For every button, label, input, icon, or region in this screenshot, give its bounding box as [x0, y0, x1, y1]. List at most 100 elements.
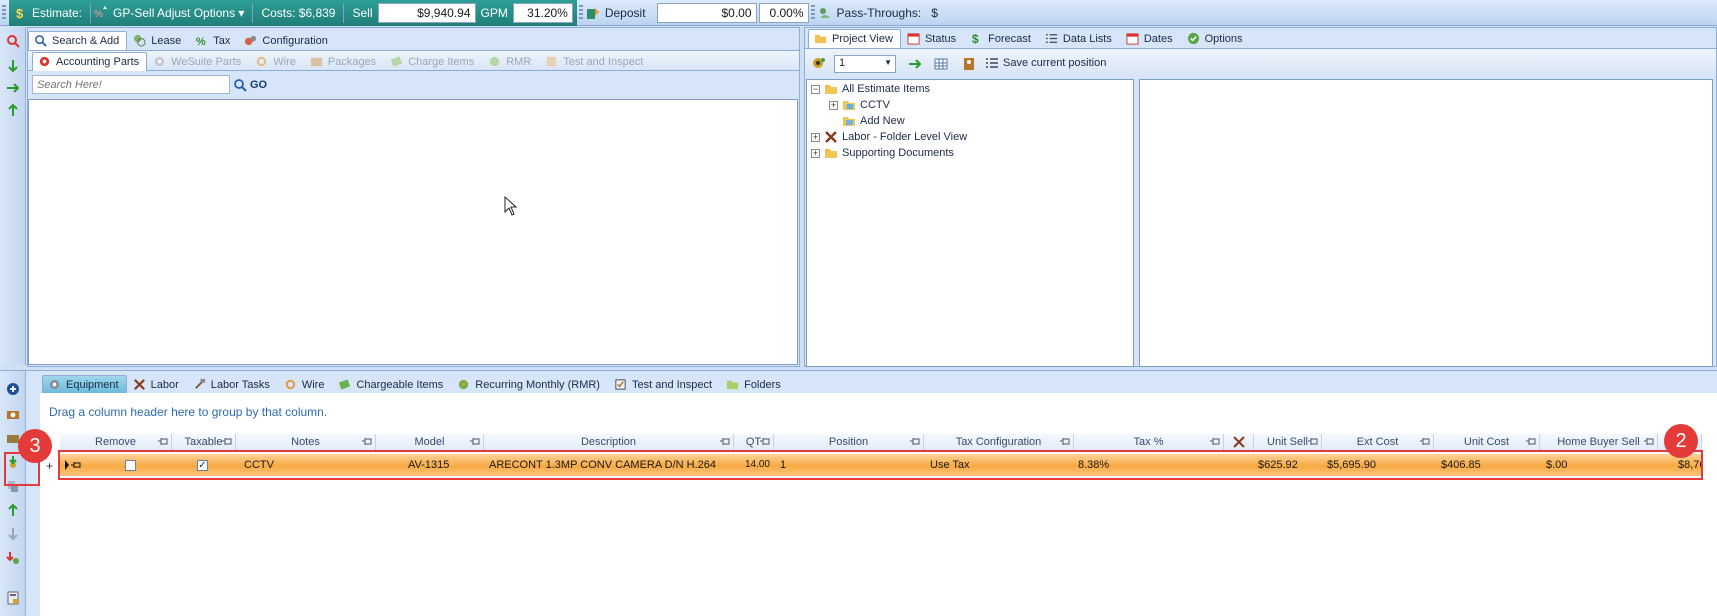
column-header-unit-sell[interactable]: Unit Sell — [1254, 434, 1322, 450]
tab-test-inspect[interactable]: Test and Inspect — [608, 375, 720, 394]
column-label: Ext Cost — [1356, 436, 1399, 448]
tab-labor[interactable]: Labor — [127, 375, 187, 394]
contact-card-button[interactable] — [960, 55, 978, 73]
tab-recurring-monthly[interactable]: Recurring Monthly (RMR) — [451, 375, 608, 394]
export-item-button[interactable] — [4, 549, 22, 567]
tab-chargeable-items[interactable]: Chargeable Items — [332, 375, 451, 394]
tab-search-add[interactable]: Search & Add — [28, 31, 128, 50]
tree-node-cctv[interactable]: + CCTV — [829, 97, 890, 113]
pin-icon[interactable] — [720, 437, 730, 446]
column-header-taxable[interactable]: Taxable — [172, 434, 236, 450]
pin-icon[interactable] — [1308, 437, 1318, 446]
column-header-position[interactable]: Position — [774, 434, 924, 450]
calculator-button[interactable] — [4, 589, 22, 607]
gp-sell-adjust-options-dropdown[interactable]: GP-Sell Adjust Options ▾ — [108, 6, 249, 20]
pin-icon[interactable] — [362, 437, 372, 446]
tab-project-view[interactable]: Project View — [808, 29, 901, 48]
tab-folders[interactable]: Folders — [720, 375, 789, 394]
pin-icon[interactable] — [1644, 437, 1654, 446]
search-panel-tabs: Search & Add Lease % Tax Configuration — [28, 30, 336, 50]
deposit-amount-field[interactable]: $0.00 — [656, 2, 757, 23]
subtab-packages[interactable]: Packages — [304, 52, 384, 71]
pass-throughs-currency[interactable]: $ — [926, 6, 943, 20]
toolbar-grip[interactable] — [810, 4, 815, 21]
save-current-position-button[interactable]: Save current position — [985, 56, 1106, 70]
column-header-qt[interactable]: QT — [734, 434, 774, 450]
pin-icon[interactable] — [760, 437, 770, 446]
expand-toggle-icon[interactable]: + — [829, 100, 838, 110]
column-header-remove[interactable]: Remove — [60, 434, 172, 450]
search-results-area[interactable] — [28, 99, 798, 365]
subtab-wire[interactable]: Wire — [249, 52, 304, 71]
grid-view-button[interactable] — [932, 55, 950, 73]
move-down-button[interactable] — [4, 57, 22, 75]
expand-toggle-icon[interactable]: + — [811, 132, 820, 142]
pin-icon[interactable] — [1420, 437, 1430, 446]
estimate-segment: $ Estimate: % GP-Sell Adjust Options ▾ C… — [9, 0, 577, 26]
plus-circle-icon — [6, 382, 20, 396]
tab-forecast[interactable]: $ Forecast — [964, 29, 1039, 48]
position-select[interactable]: 1 ▼ — [834, 55, 896, 73]
column-header-ext-cost[interactable]: Ext Cost — [1322, 434, 1434, 450]
go-button[interactable]: GO — [233, 75, 267, 94]
tree-node-add-new[interactable]: Add New — [842, 113, 905, 129]
column-header-tax-configuration[interactable]: Tax Configuration — [924, 434, 1074, 450]
collapse-toggle-icon[interactable]: − — [811, 84, 820, 94]
column-header-tools[interactable] — [1224, 434, 1254, 450]
deposit-percent-field[interactable]: 0.00% — [758, 2, 809, 23]
pin-icon[interactable] — [222, 437, 232, 446]
tab-labor-tasks[interactable]: Labor Tasks — [187, 375, 278, 394]
column-header-unit-cost[interactable]: Unit Cost — [1434, 434, 1540, 450]
project-settings-button[interactable] — [810, 54, 828, 72]
tab-status[interactable]: Status — [901, 29, 964, 48]
tools-icon — [1232, 435, 1246, 449]
tab-equipment[interactable]: Equipment — [42, 375, 127, 394]
row-expand-icon[interactable]: + — [46, 459, 53, 473]
subtab-test-inspect[interactable]: Test and Inspect — [539, 52, 651, 71]
tab-dates[interactable]: Dates — [1120, 29, 1181, 48]
tab-wire[interactable]: Wire — [278, 375, 333, 394]
move-item-down-gray-button[interactable] — [4, 525, 22, 543]
tab-label: Test and Inspect — [563, 56, 644, 68]
expand-toggle-icon[interactable]: + — [811, 148, 820, 158]
column-header-model[interactable]: Model — [376, 434, 484, 450]
subtab-charge-items[interactable]: Charge Items — [384, 52, 482, 71]
tree-node-supporting-documents[interactable]: + Supporting Documents — [811, 145, 954, 161]
move-right-button[interactable] — [4, 79, 22, 97]
tab-options[interactable]: Options — [1181, 29, 1251, 48]
pin-icon[interactable] — [1526, 437, 1536, 446]
pin-icon[interactable] — [158, 437, 168, 446]
subtab-accounting-parts[interactable]: Accounting Parts — [32, 52, 148, 71]
camera-button[interactable] — [4, 405, 22, 423]
pin-icon[interactable] — [910, 437, 920, 446]
pin-icon[interactable] — [1060, 437, 1070, 446]
move-item-up-button[interactable] — [4, 501, 22, 519]
search-input[interactable] — [32, 75, 230, 94]
column-label: Tax % — [1133, 436, 1164, 448]
column-label: Unit Cost — [1463, 436, 1510, 448]
tab-configuration[interactable]: Configuration — [238, 31, 335, 50]
subtab-wesuite-parts[interactable]: WeSuite Parts — [147, 52, 249, 71]
column-header-description[interactable]: Description — [484, 434, 734, 450]
toolbar-grip[interactable] — [578, 4, 583, 21]
column-header-tax-percent[interactable]: Tax % — [1074, 434, 1224, 450]
toolbar-grip[interactable] — [2, 4, 6, 21]
pin-icon[interactable] — [470, 437, 480, 446]
go-to-position-button[interactable] — [906, 55, 924, 73]
pin-icon[interactable] — [1210, 437, 1220, 446]
tab-lease[interactable]: Lease — [127, 31, 189, 50]
tree-node-labor-folder-view[interactable]: + Labor - Folder Level View — [811, 129, 967, 145]
tree-node-all-estimate-items[interactable]: − All Estimate Items — [811, 81, 930, 97]
column-header-notes[interactable]: Notes — [236, 434, 376, 450]
tab-data-lists[interactable]: Data Lists — [1039, 29, 1120, 48]
subtab-rmr[interactable]: RMR — [482, 52, 539, 71]
sell-value-field[interactable]: $9,940.94 — [377, 2, 476, 23]
gpm-value-field[interactable]: 31.20% — [512, 2, 573, 23]
settings-gear-icon — [812, 56, 826, 70]
tab-tax[interactable]: % Tax — [189, 31, 238, 50]
pass-throughs-icon — [818, 6, 832, 20]
column-header-home-buyer-sell[interactable]: Home Buyer Sell — [1540, 434, 1658, 450]
search-tool-button[interactable] — [4, 32, 22, 50]
add-item-button[interactable] — [4, 380, 22, 398]
move-up-button[interactable] — [4, 101, 22, 119]
